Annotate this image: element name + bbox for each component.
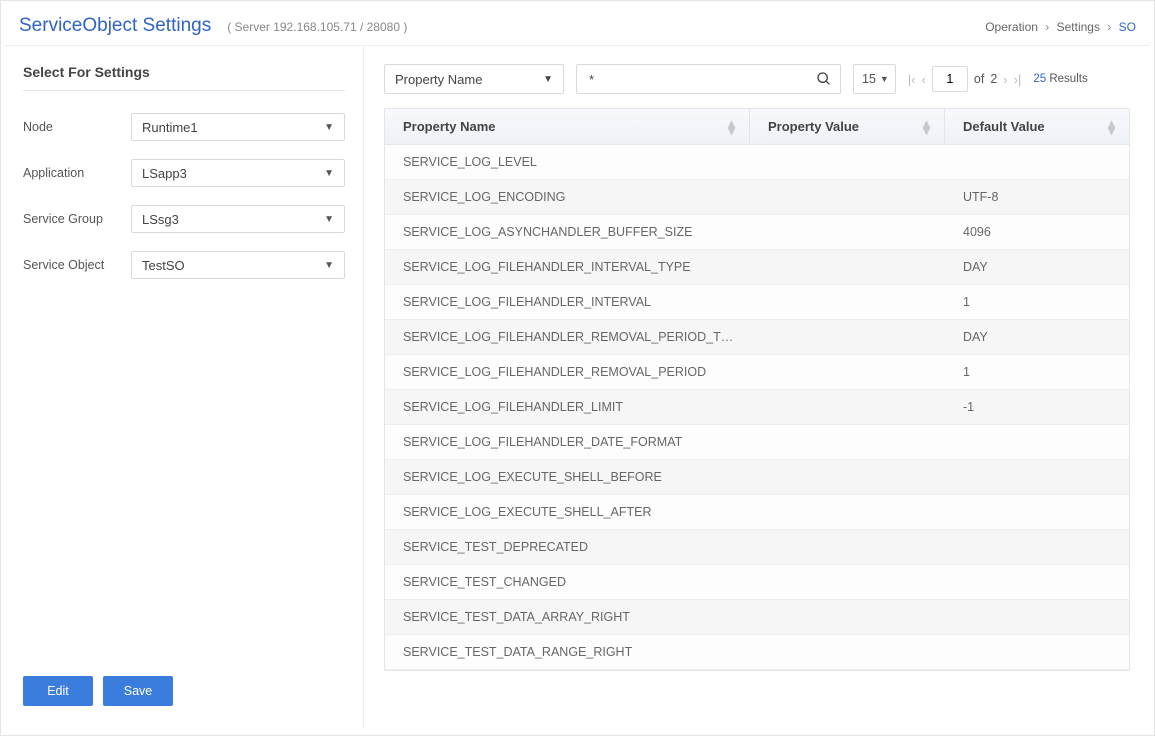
breadcrumb-l1[interactable]: Operation [985, 20, 1038, 34]
cell-default-value: UTF-8 [945, 190, 1129, 204]
page-size-value: 15 [862, 72, 876, 86]
server-info: ( Server 192.168.105.71 / 28080 ) [227, 20, 407, 34]
node-label: Node [23, 120, 131, 134]
cell-property-name: SERVICE_LOG_FILEHANDLER_INTERVAL [385, 295, 750, 309]
chevron-right-icon: › [1045, 20, 1049, 34]
cell-property-name: SERVICE_LOG_ASYNCHANDLER_BUFFER_SIZE [385, 225, 750, 239]
table-row[interactable]: SERVICE_LOG_EXECUTE_SHELL_AFTER [385, 495, 1129, 530]
pager: |‹ ‹ of 2 › ›| [908, 66, 1022, 92]
total-pages: 2 [990, 72, 997, 86]
cell-property-name: SERVICE_LOG_ENCODING [385, 190, 750, 204]
toolbar: Property Name ▼ 15 ▼ |‹ ‹ of 2 › [384, 64, 1130, 94]
last-page-icon[interactable]: ›| [1014, 72, 1022, 87]
header: ServiceObject Settings ( Server 192.168.… [5, 5, 1150, 46]
table-row[interactable]: SERVICE_LOG_FILEHANDLER_INTERVAL 1 [385, 285, 1129, 320]
cell-property-name: SERVICE_LOG_FILEHANDLER_REMOVAL_PERIOD [385, 365, 750, 379]
table-row[interactable]: SERVICE_TEST_CHANGED [385, 565, 1129, 600]
chevron-down-icon: ▼ [324, 214, 334, 225]
servicegroup-select[interactable]: LSsg3 ▼ [131, 205, 345, 233]
cell-property-name: SERVICE_LOG_EXECUTE_SHELL_AFTER [385, 505, 750, 519]
application-select[interactable]: LSapp3 ▼ [131, 159, 345, 187]
sidebar: Select For Settings Node Runtime1 ▼ Appl… [5, 46, 364, 728]
table-row[interactable]: SERVICE_LOG_ASYNCHANDLER_BUFFER_SIZE 4096 [385, 215, 1129, 250]
results-count: 25 [1033, 73, 1046, 85]
filter-field-value: Property Name [395, 72, 482, 87]
table-header: Property Name ▴▾ Property Value ▴▾ Defau… [385, 109, 1129, 145]
col-header-name[interactable]: Property Name ▴▾ [385, 109, 750, 144]
table-row[interactable]: SERVICE_LOG_ENCODING UTF-8 [385, 180, 1129, 215]
save-button[interactable]: Save [103, 676, 173, 706]
breadcrumb: Operation › Settings › SO [985, 20, 1136, 34]
next-page-icon[interactable]: › [1003, 72, 1007, 87]
sort-icon: ▴▾ [1108, 120, 1115, 134]
table-row[interactable]: SERVICE_LOG_EXECUTE_SHELL_BEFORE [385, 460, 1129, 495]
node-select[interactable]: Runtime1 ▼ [131, 113, 345, 141]
search-box [576, 64, 841, 94]
cell-default-value: 1 [945, 365, 1129, 379]
cell-property-name: SERVICE_LOG_LEVEL [385, 155, 750, 169]
search-input[interactable] [587, 71, 816, 88]
application-label: Application [23, 166, 131, 180]
cell-property-name: SERVICE_TEST_DATA_RANGE_RIGHT [385, 645, 750, 659]
table-row[interactable]: SERVICE_LOG_FILEHANDLER_INTERVAL_TYPE DAY [385, 250, 1129, 285]
edit-button[interactable]: Edit [23, 676, 93, 706]
col-header-default[interactable]: Default Value ▴▾ [945, 109, 1129, 144]
application-select-value: LSapp3 [142, 166, 187, 181]
results-summary: 25 Results [1033, 73, 1087, 85]
chevron-down-icon: ▼ [324, 260, 334, 271]
table-row[interactable]: SERVICE_TEST_DATA_ARRAY_RIGHT [385, 600, 1129, 635]
cell-default-value: DAY [945, 260, 1129, 274]
sort-icon: ▴▾ [728, 120, 735, 134]
chevron-down-icon: ▼ [880, 74, 889, 84]
serviceobject-label: Service Object [23, 258, 131, 272]
cell-default-value: 4096 [945, 225, 1129, 239]
page-title: ServiceObject Settings [19, 15, 211, 37]
col-header-value[interactable]: Property Value ▴▾ [750, 109, 945, 144]
cell-property-name: SERVICE_LOG_EXECUTE_SHELL_BEFORE [385, 470, 750, 484]
cell-property-name: SERVICE_LOG_FILEHANDLER_LIMIT [385, 400, 750, 414]
cell-default-value: -1 [945, 400, 1129, 414]
chevron-down-icon: ▼ [543, 74, 553, 85]
serviceobject-select-value: TestSO [142, 258, 185, 273]
main: Property Name ▼ 15 ▼ |‹ ‹ of 2 › [364, 46, 1150, 728]
table-row[interactable]: SERVICE_TEST_DATA_RANGE_RIGHT [385, 635, 1129, 670]
results-label: Results [1049, 73, 1087, 85]
chevron-right-icon: › [1107, 20, 1111, 34]
breadcrumb-l3[interactable]: SO [1119, 20, 1136, 34]
serviceobject-select[interactable]: TestSO ▼ [131, 251, 345, 279]
table-row[interactable]: SERVICE_LOG_FILEHANDLER_REMOVAL_PERIOD_T… [385, 320, 1129, 355]
filter-field-select[interactable]: Property Name ▼ [384, 64, 564, 94]
node-select-value: Runtime1 [142, 120, 198, 135]
search-icon[interactable] [816, 71, 832, 87]
page-size-select[interactable]: 15 ▼ [853, 64, 896, 94]
page-of-label: of [974, 72, 984, 86]
first-page-icon[interactable]: |‹ [908, 72, 916, 87]
table-row[interactable]: SERVICE_LOG_LEVEL [385, 145, 1129, 180]
properties-table: Property Name ▴▾ Property Value ▴▾ Defau… [384, 108, 1130, 671]
sort-icon: ▴▾ [923, 120, 930, 134]
chevron-down-icon: ▼ [324, 168, 334, 179]
cell-property-name: SERVICE_LOG_FILEHANDLER_DATE_FORMAT [385, 435, 750, 449]
sidebar-title: Select For Settings [23, 64, 345, 91]
chevron-down-icon: ▼ [324, 122, 334, 133]
table-row[interactable]: SERVICE_LOG_FILEHANDLER_REMOVAL_PERIOD 1 [385, 355, 1129, 390]
table-row[interactable]: SERVICE_LOG_FILEHANDLER_DATE_FORMAT [385, 425, 1129, 460]
servicegroup-label: Service Group [23, 212, 131, 226]
cell-default-value: 1 [945, 295, 1129, 309]
cell-default-value: DAY [945, 330, 1129, 344]
servicegroup-select-value: LSsg3 [142, 212, 179, 227]
table-body: SERVICE_LOG_LEVEL SERVICE_LOG_ENCODING UTF… [385, 145, 1129, 670]
table-row[interactable]: SERVICE_TEST_DEPRECATED [385, 530, 1129, 565]
cell-property-name: SERVICE_TEST_CHANGED [385, 575, 750, 589]
cell-property-name: SERVICE_LOG_FILEHANDLER_INTERVAL_TYPE [385, 260, 750, 274]
cell-property-name: SERVICE_LOG_FILEHANDLER_REMOVAL_PERIOD_T… [385, 330, 750, 344]
cell-property-name: SERVICE_TEST_DEPRECATED [385, 540, 750, 554]
prev-page-icon[interactable]: ‹ [922, 72, 926, 87]
breadcrumb-l2[interactable]: Settings [1057, 20, 1100, 34]
current-page-input[interactable] [932, 66, 968, 92]
cell-property-name: SERVICE_TEST_DATA_ARRAY_RIGHT [385, 610, 750, 624]
table-row[interactable]: SERVICE_LOG_FILEHANDLER_LIMIT -1 [385, 390, 1129, 425]
